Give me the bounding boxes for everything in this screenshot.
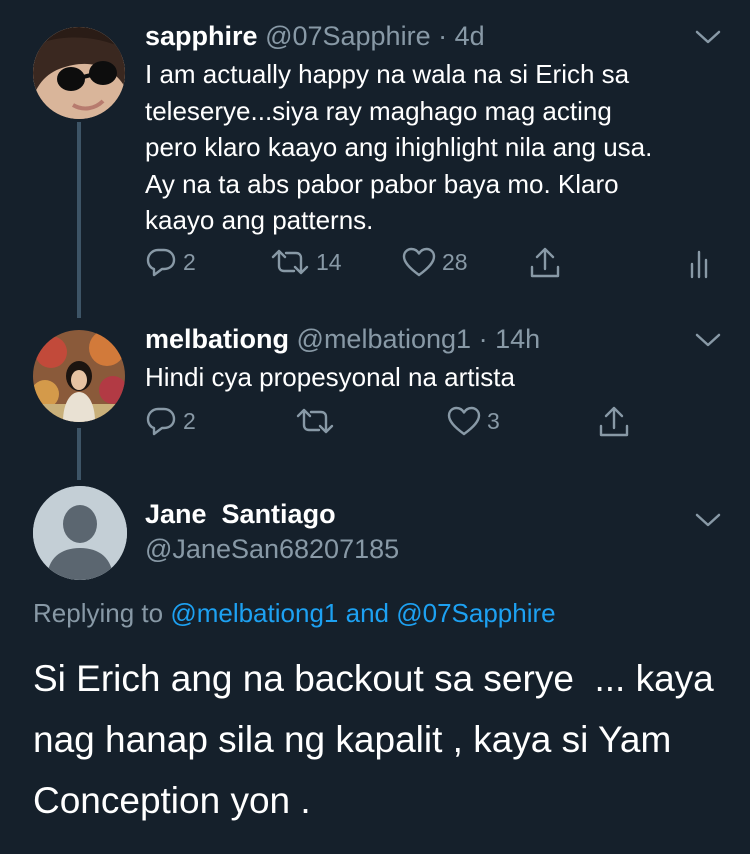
tweet-text: Hindi cya propesyonal na artista	[145, 359, 735, 396]
thread-line	[77, 428, 81, 480]
tweet-text-line: pero klaro kaayo ang ihighlight nila ang…	[145, 132, 653, 162]
chevron-down-icon[interactable]	[694, 511, 722, 529]
like-count: 3	[487, 407, 500, 434]
reply-button[interactable]: 2	[145, 246, 196, 278]
tweet-text-line: Ay na ta abs pabor pabor baya mo. Klaro	[145, 168, 619, 199]
heart-icon	[402, 247, 436, 277]
tweet-header: melbationg @melbationg1 · 14h	[145, 324, 540, 355]
avatar-image	[33, 330, 125, 422]
replying-prefix: Replying to	[33, 598, 164, 628]
separator-dot: ·	[478, 324, 488, 354]
analytics-button[interactable]	[688, 246, 714, 280]
avatar[interactable]	[33, 486, 127, 580]
tweet-text-line: Si Erich ang na backout sa serye ... kay…	[33, 658, 714, 699]
display-name[interactable]: Jane Santiago	[145, 499, 336, 530]
user-handle[interactable]: @07Sapphire	[265, 21, 431, 51]
like-count: 28	[442, 248, 468, 275]
retweet-icon	[271, 249, 309, 275]
share-button[interactable]	[598, 405, 630, 439]
timestamp[interactable]: 4d	[455, 21, 485, 51]
reply-icon	[146, 248, 176, 277]
user-handle[interactable]: @melbationg1	[297, 324, 472, 354]
chevron-down-icon[interactable]	[694, 28, 722, 46]
retweet-button[interactable]	[295, 405, 341, 437]
tweet-text-line: I am actually happy na wala na si Erich …	[145, 59, 630, 89]
default-avatar-icon	[33, 486, 127, 580]
retweet-button[interactable]: 14	[270, 246, 342, 278]
analytics-icon	[690, 250, 708, 279]
reply-count: 2	[183, 248, 196, 275]
user-handle[interactable]: @JaneSan68207185	[145, 534, 399, 565]
chevron-down-icon[interactable]	[694, 331, 722, 349]
retweet-count: 14	[316, 248, 342, 275]
separator-dot: ·	[438, 21, 448, 51]
mention-link[interactable]: @melbationg1	[170, 598, 338, 628]
tweet-text-line: Conception yon .	[33, 780, 311, 821]
tweet-text-line: teleserye...siya ray maghago mag acting	[145, 95, 612, 126]
replying-and[interactable]: and	[346, 598, 389, 628]
tweet-actions: 2 3	[145, 405, 725, 445]
heart-icon	[447, 406, 481, 436]
tweet-text: I am actually happy na wala na si Erich …	[145, 56, 735, 239]
display-name[interactable]: sapphire	[145, 21, 258, 51]
thread-line	[77, 122, 81, 318]
like-button[interactable]: 3	[447, 405, 500, 437]
tweet-text: Si Erich ang na backout sa serye ... kay…	[33, 648, 733, 831]
tweet-text-line: Hindi cya propesyonal na artista	[145, 362, 515, 392]
tweet-text-line: nag hanap sila ng kapalit , kaya si Yam	[33, 719, 672, 760]
share-icon	[530, 247, 560, 278]
like-button[interactable]: 28	[402, 246, 468, 278]
tweet-text-line: kaayo ang patterns.	[145, 205, 374, 235]
tweet-actions: 2 14 28	[145, 246, 725, 286]
reply-icon	[146, 407, 176, 436]
replying-to: Replying to @melbationg1 and @07Sapphire	[33, 598, 556, 629]
retweet-icon	[296, 408, 334, 434]
reply-count: 2	[183, 407, 196, 434]
timestamp[interactable]: 14h	[495, 324, 540, 354]
tweet-thread: sapphire @07Sapphire · 4d I am actually …	[0, 0, 750, 854]
reply-button[interactable]: 2	[145, 405, 196, 437]
avatar[interactable]	[33, 330, 125, 422]
mention-link[interactable]: @07Sapphire	[396, 598, 555, 628]
tweet-header: sapphire @07Sapphire · 4d	[145, 21, 485, 52]
share-icon	[599, 406, 629, 437]
avatar[interactable]	[33, 27, 125, 119]
avatar-image	[33, 27, 125, 119]
display-name[interactable]: melbationg	[145, 324, 289, 354]
share-button[interactable]	[529, 246, 561, 280]
